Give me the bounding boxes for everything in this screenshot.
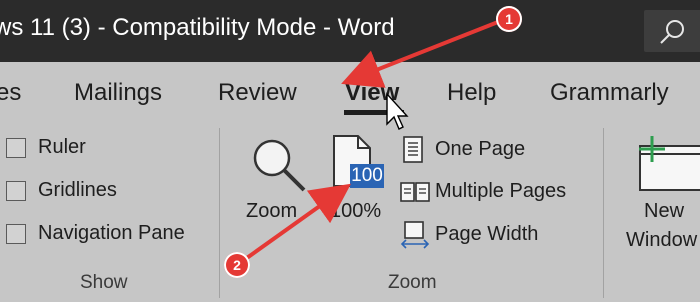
new-window-label-line1: New: [644, 200, 685, 222]
new-window-icon: [639, 136, 700, 191]
title-bar: ws 11 (3) - Compatibility Mode - Word: [0, 0, 700, 62]
zoom-button-label: Zoom: [246, 200, 298, 222]
ruler-checkbox[interactable]: [6, 138, 26, 158]
new-window-button[interactable]: New Window: [618, 128, 700, 253]
window-title: ws 11 (3) - Compatibility Mode - Word: [0, 14, 395, 41]
one-page-icon: [403, 136, 423, 163]
new-window-label-line2: Window: [626, 229, 698, 251]
group-separator: [219, 128, 220, 298]
zoom-group-label: Zoom: [388, 272, 437, 293]
multiple-pages-icon: [400, 182, 430, 202]
zoom-button[interactable]: Zoom: [240, 128, 312, 228]
one-page-label: One Page: [435, 138, 526, 160]
search-box[interactable]: [644, 10, 700, 52]
one-page-button[interactable]: One Page: [400, 134, 600, 168]
page-width-icon: [400, 221, 430, 249]
gridlines-label: Gridlines: [38, 179, 117, 201]
tab-review[interactable]: Review: [218, 79, 297, 107]
page-width-label: Page Width: [435, 223, 539, 245]
magnifier-icon: [253, 139, 306, 192]
tab-mailings[interactable]: Mailings: [74, 79, 162, 107]
tab-view[interactable]: View: [345, 79, 399, 107]
annotation-callout-1: 1: [496, 6, 522, 32]
zoom-100-label: 100%: [330, 200, 382, 222]
gridlines-checkbox[interactable]: [6, 181, 26, 201]
ruler-label: Ruler: [38, 136, 86, 158]
navigation-pane-checkbox[interactable]: [6, 224, 26, 244]
page-width-button[interactable]: Page Width: [400, 219, 600, 253]
group-separator: [603, 128, 604, 298]
multiple-pages-button[interactable]: Multiple Pages: [400, 176, 600, 210]
active-tab-indicator: [344, 110, 404, 115]
tab-references[interactable]: es: [0, 79, 21, 107]
multiple-pages-label: Multiple Pages: [435, 180, 567, 202]
annotation-callout-2: 2: [224, 252, 250, 278]
tab-help[interactable]: Help: [447, 79, 496, 107]
search-icon: [660, 20, 684, 44]
navigation-pane-label: Navigation Pane: [38, 222, 185, 244]
show-group-label: Show: [80, 272, 128, 293]
tab-grammarly[interactable]: Grammarly: [550, 79, 669, 107]
zoom-100-badge: 100: [350, 164, 384, 188]
